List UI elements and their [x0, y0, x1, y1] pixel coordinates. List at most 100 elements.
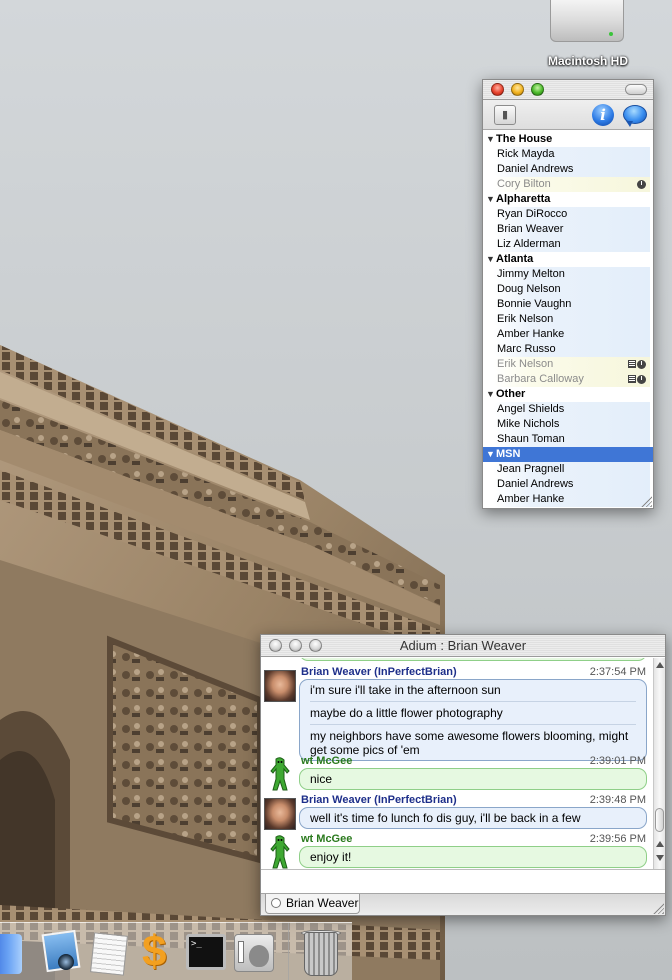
contact-name: Mike Nichols [497, 418, 560, 430]
contact-name: Amber Hanke [497, 328, 565, 340]
contact-name: Marc Russo [497, 343, 556, 355]
scrollbar-thumb[interactable] [655, 808, 664, 832]
contact-name: Daniel Andrews [497, 163, 574, 175]
dock-divider [288, 923, 289, 980]
previous-message-bubble [299, 658, 647, 661]
terminal-icon[interactable]: >_ [182, 928, 228, 976]
chat-window: Adium : Brian Weaver Brian Weaver (InPer… [260, 634, 666, 916]
group-header[interactable]: ▼Atlanta [483, 252, 653, 267]
message-timestamp: 2:39:56 PM [589, 833, 646, 845]
system-preferences-icon[interactable] [230, 928, 276, 976]
scroll-up-arrow-icon[interactable] [656, 841, 664, 847]
iphoto-icon[interactable] [38, 928, 84, 976]
new-message-icon[interactable] [623, 105, 647, 127]
contact-row[interactable]: Amber Hanke [493, 327, 650, 342]
message-timestamp: 2:37:54 PM [589, 666, 646, 678]
chat-tab-label: Brian Weaver [286, 896, 359, 910]
group-header[interactable]: ▼Alpharetta [483, 192, 653, 207]
message-separator [310, 724, 636, 725]
message-text: enjoy it! [310, 850, 352, 864]
contact-row[interactable]: Marc Russo [493, 342, 650, 357]
info-icon[interactable]: i [592, 104, 614, 126]
scroll-top-arrow-icon[interactable] [656, 662, 664, 668]
tab-close-icon[interactable] [271, 898, 281, 908]
adium-icon[interactable]: $ [136, 928, 182, 976]
disclosure-triangle-icon[interactable]: ▼ [486, 192, 496, 207]
note-icon [628, 375, 636, 383]
contact-row[interactable]: Angel Shields [493, 402, 650, 417]
contact-row[interactable]: Barbara Calloway [493, 372, 650, 387]
trash-icon[interactable] [296, 928, 342, 976]
disclosure-triangle-icon[interactable]: ▼ [486, 387, 496, 402]
message-timestamp: 2:39:01 PM [589, 755, 646, 767]
message-bubble: i'm sure i'll take in the afternoon sun m… [299, 679, 647, 761]
message-text: well it's time fo lunch fo dis guy, i'll… [310, 811, 581, 825]
macintosh-hd-icon[interactable]: Macintosh HD [538, 0, 638, 72]
contact-name: Brian Weaver [497, 223, 564, 235]
zoom-button[interactable] [531, 83, 544, 96]
disclosure-triangle-icon[interactable]: ▼ [486, 447, 496, 462]
gumby-avatar-icon [269, 757, 291, 791]
chat-titlebar[interactable]: Adium : Brian Weaver [261, 635, 665, 657]
close-button[interactable] [491, 83, 504, 96]
contact-row[interactable]: Ryan DiRocco [493, 207, 650, 222]
group-header[interactable]: ▼MSN [483, 447, 653, 462]
contact-row[interactable]: Daniel Andrews [493, 162, 650, 177]
minimize-button[interactable] [511, 83, 524, 96]
contact-name: Erik Nelson [497, 358, 554, 370]
disclosure-triangle-icon[interactable]: ▼ [486, 252, 496, 267]
contact-row[interactable]: Shaun Toman [493, 432, 650, 447]
group-name: Atlanta [496, 253, 534, 265]
contact-row[interactable]: Daniel Andrews [493, 477, 650, 492]
group-header[interactable]: ▼The House [483, 132, 653, 147]
contact-row[interactable]: Rick Mayda [493, 147, 650, 162]
chat-window-title: Adium : Brian Weaver [399, 638, 527, 653]
group-name: Other [496, 388, 526, 400]
message-bubble: nice [299, 768, 647, 790]
contact-row[interactable]: Cory Bilton [493, 177, 650, 192]
contact-row[interactable]: Bonnie Vaughn [493, 297, 650, 312]
sender-name: wt McGee [301, 833, 353, 845]
contact-row[interactable]: Jean Pragnell [493, 462, 650, 477]
message-bubble: enjoy it! [299, 846, 647, 868]
contact-row[interactable]: Erik Nelson [493, 357, 650, 372]
contact-row[interactable]: Liz Alderman [493, 237, 650, 252]
group-name: The House [496, 133, 553, 145]
group-name: Alpharetta [496, 193, 551, 205]
message-timestamp: 2:39:48 PM [589, 794, 646, 806]
contact-name: Liz Alderman [497, 238, 561, 250]
contact-list-toolbar: ▮ i [483, 100, 653, 130]
contact-row[interactable]: Erik Nelson [493, 312, 650, 327]
contact-list-window: ▮ i ▼The House Rick Mayda Daniel Andrews Co… [482, 79, 654, 509]
chat-tab-bar: Brian Weaver [261, 893, 665, 915]
contact-name: Jean Pragnell [497, 463, 565, 475]
message-text: i'm sure i'll take in the afternoon sun [310, 683, 501, 697]
toolbar-toggle-button[interactable] [625, 84, 647, 95]
finder-icon[interactable] [0, 928, 34, 976]
clock-icon [637, 375, 646, 384]
contact-name: Doug Nelson [497, 283, 561, 295]
chat-tab[interactable]: Brian Weaver [265, 894, 360, 914]
status-switch-icon[interactable]: ▮ [494, 105, 516, 125]
contact-row[interactable]: Doug Nelson [493, 282, 650, 297]
message-separator [310, 701, 636, 702]
contact-list-titlebar[interactable] [483, 80, 653, 100]
contact-name: Angel Shields [497, 403, 565, 415]
avatar [264, 670, 296, 702]
group-name: MSN [496, 448, 521, 460]
textedit-icon[interactable] [86, 928, 132, 976]
message-input[interactable] [261, 869, 665, 893]
scroll-down-arrow-icon[interactable] [656, 855, 664, 861]
contact-row[interactable]: Brian Weaver [493, 222, 650, 237]
contact-name: Cory Bilton [497, 178, 551, 190]
disclosure-triangle-icon[interactable]: ▼ [486, 132, 496, 147]
group-header[interactable]: ▼Other [483, 387, 653, 402]
message-text: maybe do a little flower photography [310, 706, 503, 720]
contact-name: Jimmy Melton [497, 268, 565, 280]
contact-row[interactable]: Jimmy Melton [493, 267, 650, 282]
message-scrollbar[interactable] [653, 658, 665, 869]
contact-row[interactable]: Amber Hanke [493, 492, 650, 507]
clock-icon [637, 180, 646, 189]
contact-name: Shaun Toman [497, 433, 565, 445]
contact-row[interactable]: Mike Nichols [493, 417, 650, 432]
